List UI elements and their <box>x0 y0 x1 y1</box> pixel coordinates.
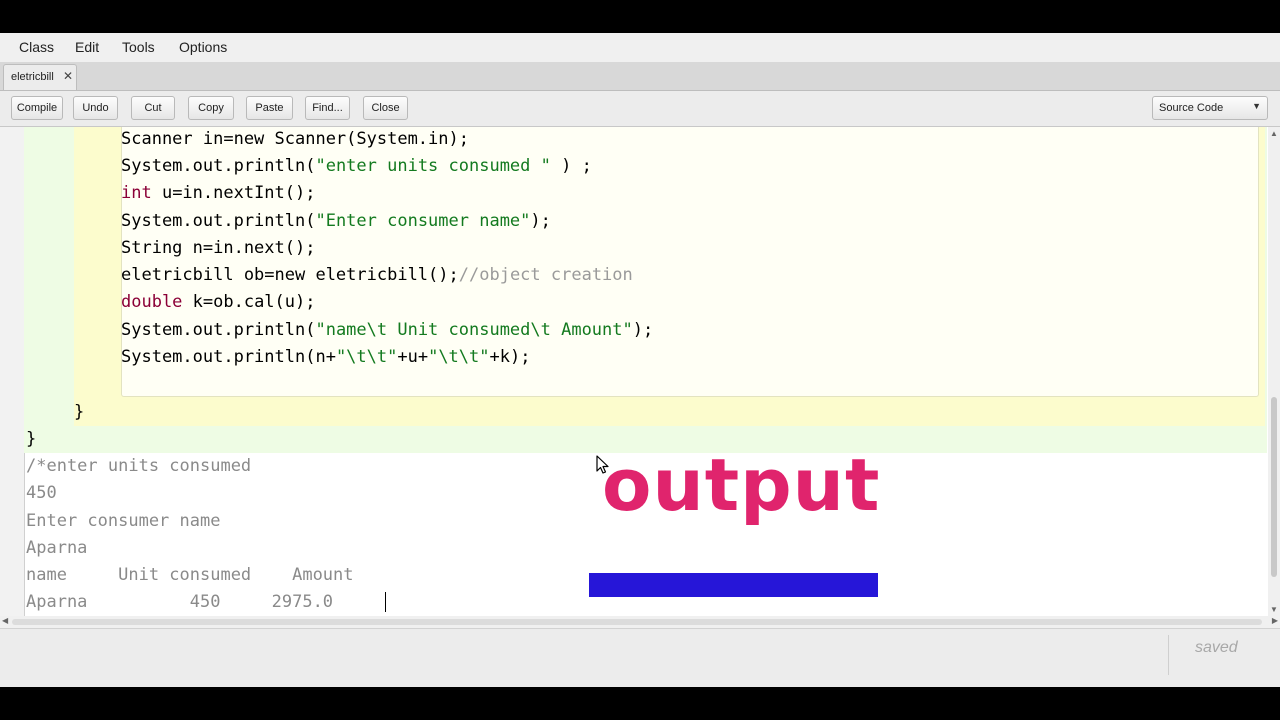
horizontal-scrollbar[interactable]: ◀ ▶ <box>0 616 1280 628</box>
code-text: k=ob.cal(u); <box>182 292 316 312</box>
scroll-down-icon[interactable]: ▼ <box>1270 605 1278 614</box>
output-line-3: Enter consumer name <box>26 511 221 531</box>
output-overlay-title: output <box>602 443 881 527</box>
copy-button[interactable]: Copy <box>188 96 234 120</box>
code-string: "name\t Unit consumed\t Amount" <box>315 320 633 340</box>
method-closing-brace: } <box>74 402 85 422</box>
code-text: ); <box>530 211 551 231</box>
tab-label: eletricbill <box>11 71 54 83</box>
code-text: Scanner in=new Scanner(System.in); <box>121 129 469 149</box>
mouse-pointer-icon <box>596 455 609 474</box>
scroll-up-icon[interactable]: ▲ <box>1270 129 1278 138</box>
code-text: System.out.println( <box>121 211 316 231</box>
code-string: "\t\t" <box>335 347 398 367</box>
close-icon[interactable]: ✕ <box>63 69 73 83</box>
code-line-7: double k=ob.cal(u); <box>121 292 315 312</box>
view-select[interactable]: Source Code ▼ <box>1152 96 1268 120</box>
view-select-value: Source Code <box>1159 102 1224 114</box>
code-string: "\t\t" <box>428 347 490 367</box>
code-text: eletricbill ob=new eletricbill(); <box>121 265 459 285</box>
code-line-1: Scanner in=new Scanner(System.in); <box>121 129 469 149</box>
code-string: "enter units consumed " <box>315 156 551 176</box>
vertical-scrollbar[interactable]: ▲ ▼ <box>1268 127 1280 616</box>
menu-bar: Class Edit Tools Options <box>0 33 1280 62</box>
editor-gutter <box>0 127 25 616</box>
horizontal-scroll-thumb[interactable] <box>12 619 1262 625</box>
code-text: +k); <box>489 347 531 367</box>
menu-options[interactable]: Options <box>179 39 227 55</box>
code-text: String n=in.next(); <box>121 238 316 258</box>
status-bar: saved <box>0 628 1280 687</box>
code-line-5: String n=in.next(); <box>121 238 315 258</box>
class-closing-brace: } <box>26 429 37 449</box>
code-line-3: int u=in.nextInt(); <box>121 183 315 203</box>
code-line-4: System.out.println("Enter consumer name"… <box>121 211 551 231</box>
code-keyword: double <box>121 292 183 312</box>
code-line-2: System.out.println("enter units consumed… <box>121 156 592 176</box>
overlay-bar <box>589 573 878 597</box>
scroll-right-icon[interactable]: ▶ <box>1272 616 1278 625</box>
menu-class[interactable]: Class <box>19 39 54 55</box>
toolbar: Compile Undo Cut Copy Paste Find... Clos… <box>0 91 1280 127</box>
code-string: "Enter consumer name" <box>315 211 531 231</box>
paste-button[interactable]: Paste <box>246 96 293 120</box>
code-line-8: System.out.println("name\t Unit consumed… <box>121 320 653 340</box>
status-text: saved <box>1195 639 1238 656</box>
code-editor[interactable]: Scanner in=new Scanner(System.in); Syste… <box>0 127 1268 616</box>
find-button[interactable]: Find... <box>305 96 350 120</box>
vertical-scroll-thumb[interactable] <box>1271 397 1277 577</box>
code-keyword: int <box>121 183 152 203</box>
output-line-6: Aparna 450 2975.0 <box>26 592 334 612</box>
undo-button[interactable]: Undo <box>73 96 118 120</box>
code-text: System.out.println(n+ <box>121 347 336 367</box>
tab-eletricbill[interactable]: eletricbill ✕ <box>3 64 77 90</box>
code-text: ); <box>632 320 654 340</box>
output-line-1: /*enter units consumed <box>26 456 252 476</box>
menu-edit[interactable]: Edit <box>75 39 99 55</box>
code-comment: //object creation <box>458 265 633 285</box>
code-line-9: System.out.println(n+"\t\t"+u+"\t\t"+k); <box>121 347 530 367</box>
tab-bar: eletricbill ✕ <box>0 62 1280 91</box>
output-line-4: Aparna <box>26 538 88 558</box>
chevron-down-icon: ▼ <box>1252 101 1261 111</box>
code-text: u=in.nextInt(); <box>151 183 316 203</box>
code-text: System.out.println( <box>121 320 316 340</box>
scroll-left-icon[interactable]: ◀ <box>2 616 8 625</box>
compile-button[interactable]: Compile <box>11 96 63 120</box>
output-line-2: 450 <box>26 483 57 503</box>
close-button[interactable]: Close <box>363 96 408 120</box>
output-line-5: name Unit consumed Amount <box>26 565 354 585</box>
status-divider <box>1168 635 1169 675</box>
cut-button[interactable]: Cut <box>131 96 175 120</box>
menu-tools[interactable]: Tools <box>122 39 155 55</box>
code-text: ) ; <box>550 156 592 176</box>
code-text: +u+ <box>397 347 429 367</box>
code-text: System.out.println( <box>121 156 316 176</box>
text-caret <box>385 592 386 612</box>
code-line-6: eletricbill ob=new eletricbill();//objec… <box>121 265 633 285</box>
